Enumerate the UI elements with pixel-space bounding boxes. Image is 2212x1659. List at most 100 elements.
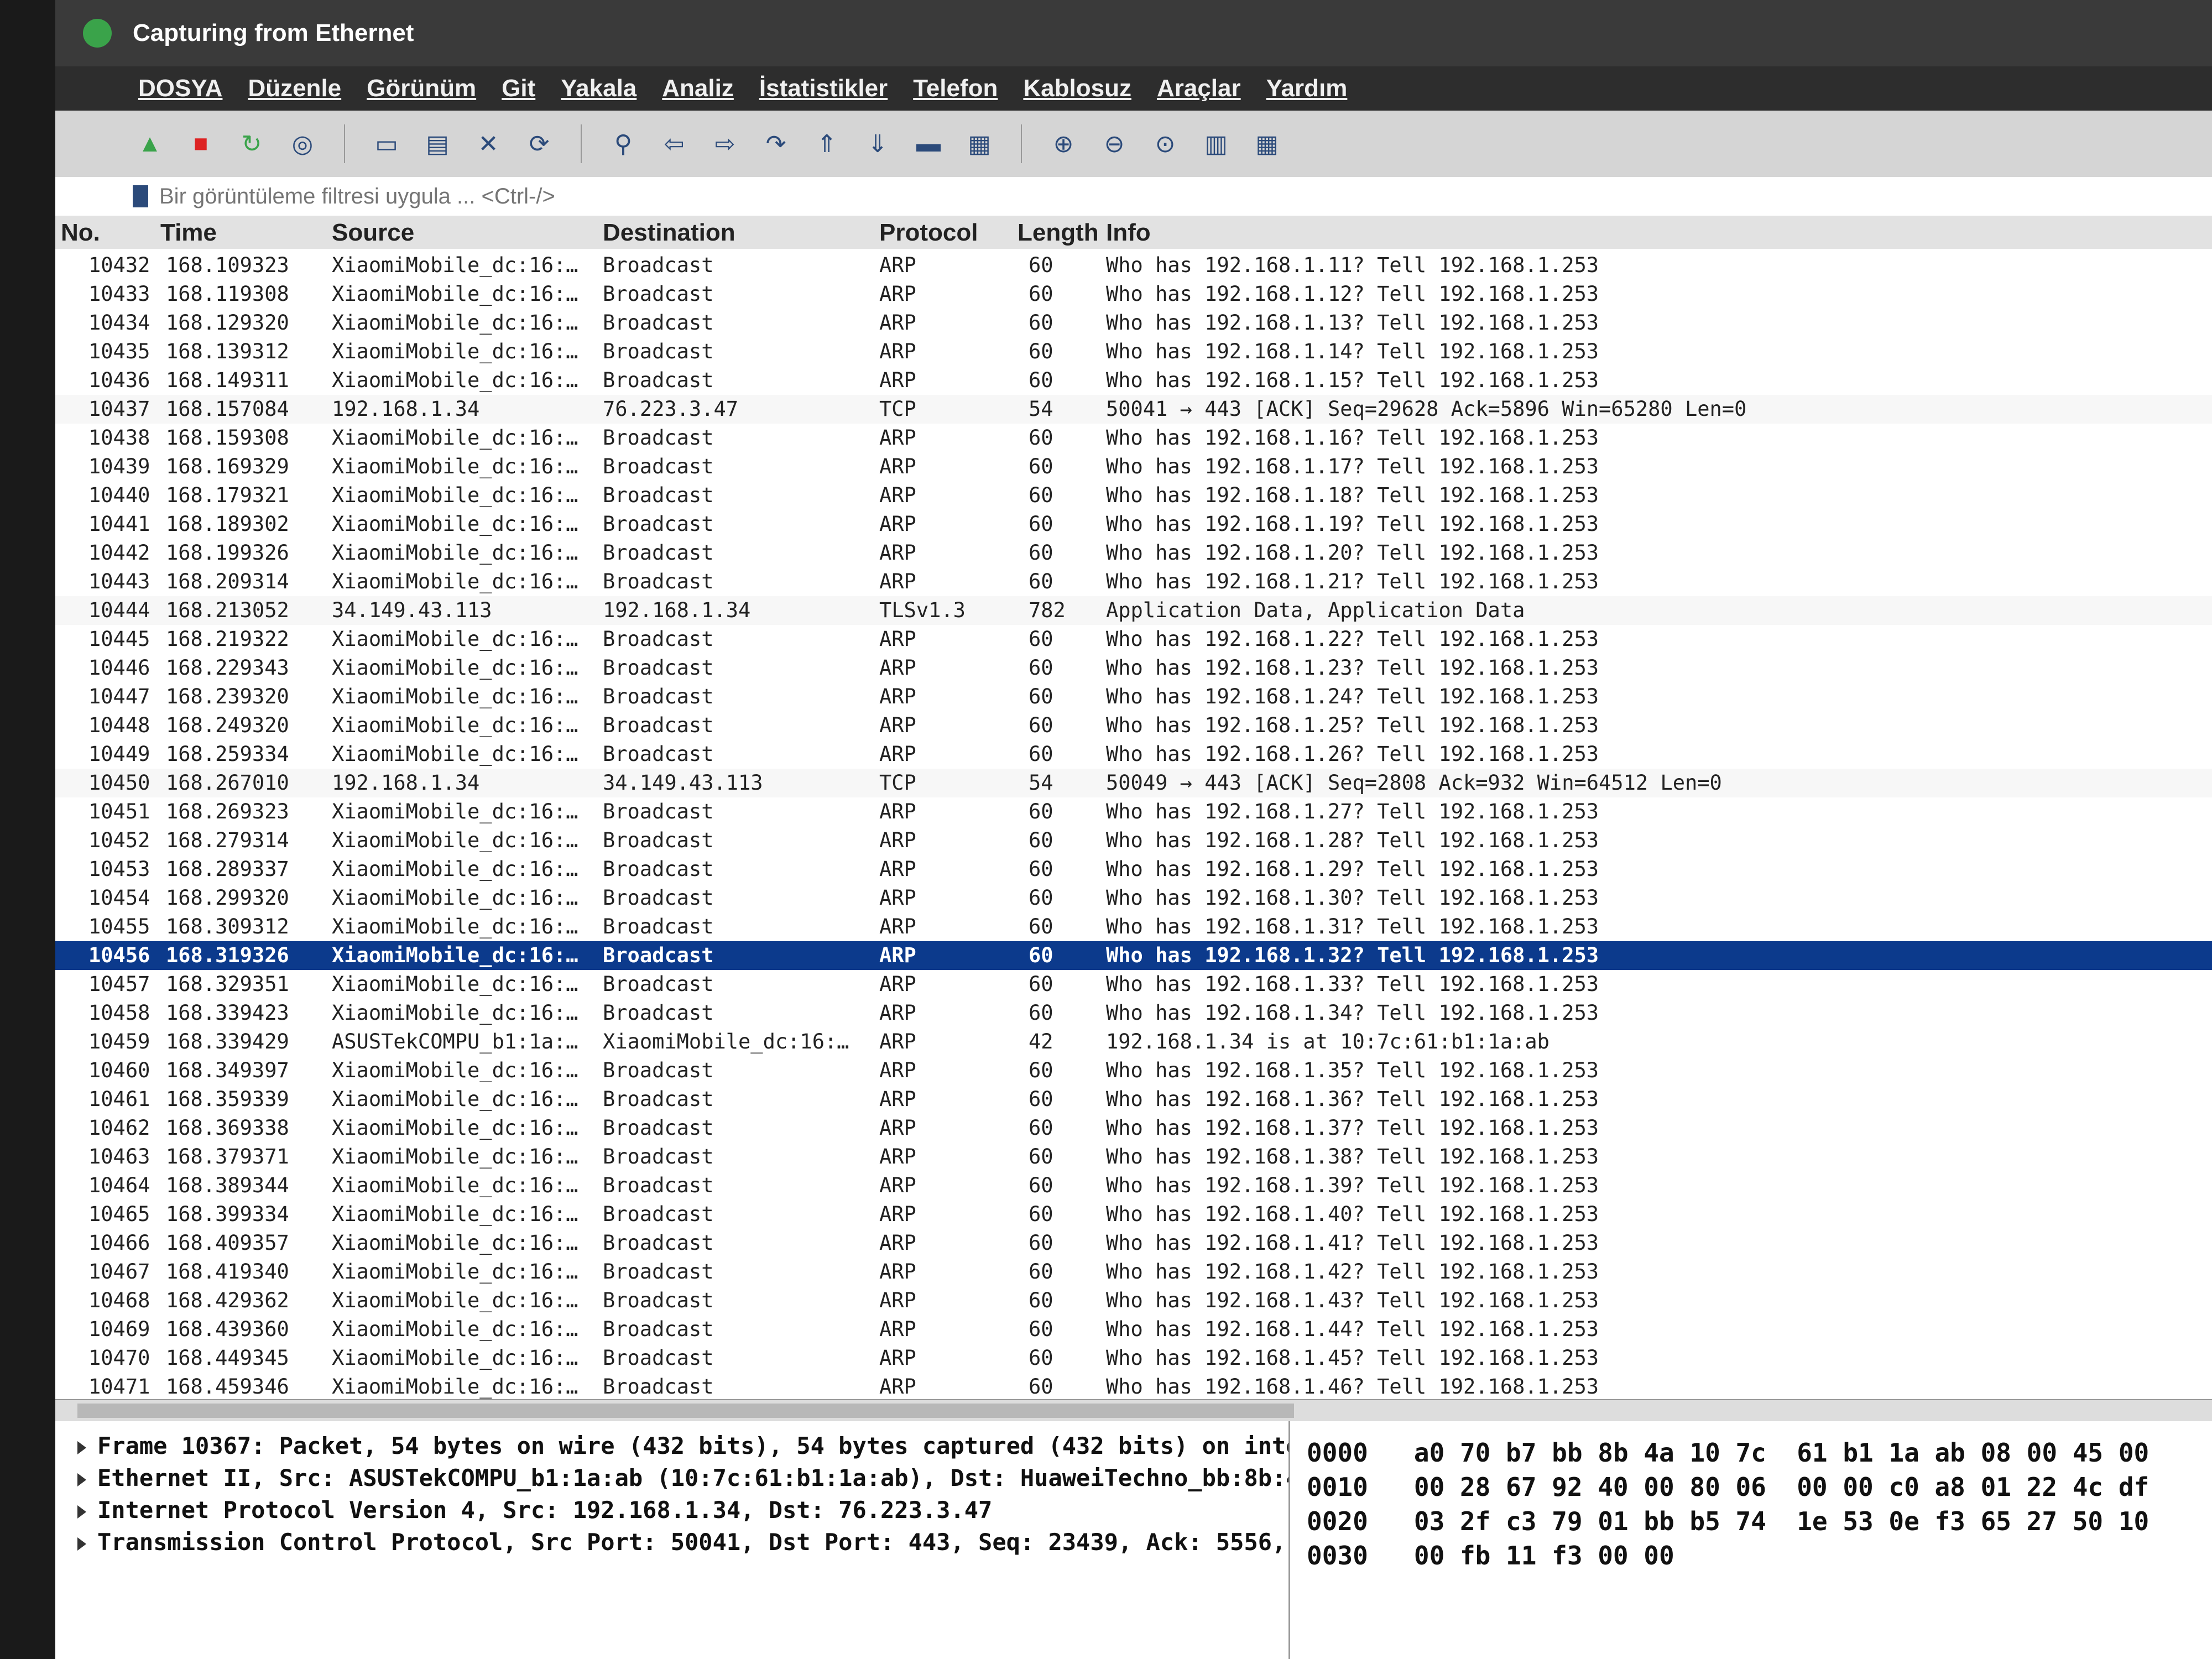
table-row[interactable]: 10434 168.129320 XiaomiMobile_dc:16:… Broad… bbox=[55, 309, 2212, 337]
table-row[interactable]: 10446 168.229343 XiaomiMobile_dc:16:… Broad… bbox=[55, 654, 2212, 682]
layout-icon[interactable]: ▦ bbox=[1250, 127, 1284, 161]
hex-row[interactable]: 0000 a0 70 b7 bb 8b 4a 10 7c 61 b1 1a ab… bbox=[1307, 1438, 2149, 1468]
column-destination[interactable]: Destination bbox=[603, 219, 735, 247]
hex-row[interactable]: 0010 00 28 67 92 40 00 80 06 00 00 c0 a8… bbox=[1307, 1472, 2149, 1502]
table-row[interactable]: 10457 168.329351 XiaomiMobile_dc:16:… Broad… bbox=[55, 970, 2212, 999]
detail-tree-item[interactable]: Ethernet II, Src: ASUSTekCOMPU_b1:1a:ab … bbox=[77, 1464, 1314, 1491]
auto-scroll-icon[interactable]: ▬ bbox=[911, 127, 946, 161]
expand-arrow-icon[interactable] bbox=[77, 1473, 86, 1486]
save-file-icon[interactable]: ▤ bbox=[420, 127, 455, 161]
table-row[interactable]: 10443 168.209314 XiaomiMobile_dc:16:… Broad… bbox=[55, 567, 2212, 596]
scrollbar-thumb[interactable] bbox=[77, 1404, 1294, 1418]
table-row[interactable]: 10460 168.349397 XiaomiMobile_dc:16:… Broad… bbox=[55, 1056, 2212, 1085]
open-file-icon[interactable]: ▭ bbox=[369, 127, 404, 161]
cell-time: 168.309312 bbox=[166, 915, 289, 938]
column-length[interactable]: Length bbox=[1018, 219, 1099, 247]
zoom-normal-icon[interactable]: ⊙ bbox=[1148, 127, 1182, 161]
go-first-icon[interactable]: ⇑ bbox=[810, 127, 844, 161]
table-row[interactable]: 10467 168.419340 XiaomiMobile_dc:16:… Broad… bbox=[55, 1258, 2212, 1286]
table-row[interactable]: 10445 168.219322 XiaomiMobile_dc:16:… Broad… bbox=[55, 625, 2212, 654]
table-row[interactable]: 10452 168.279314 XiaomiMobile_dc:16:… Broad… bbox=[55, 826, 2212, 855]
menu-item[interactable]: İstatistikler bbox=[759, 75, 888, 102]
go-back-icon[interactable]: ⇦ bbox=[657, 127, 691, 161]
find-packet-icon[interactable]: ⚲ bbox=[606, 127, 640, 161]
table-row-selected[interactable]: 10456 168.319326 XiaomiMobile_dc:16:… Broad… bbox=[55, 941, 2212, 970]
menu-item[interactable]: Düzenle bbox=[248, 75, 341, 102]
shark-fin-start-icon[interactable]: ▲ bbox=[133, 127, 167, 161]
table-row[interactable]: 10464 168.389344 XiaomiMobile_dc:16:… Broad… bbox=[55, 1171, 2212, 1200]
table-row[interactable]: 10471 168.459346 XiaomiMobile_dc:16:… Broad… bbox=[55, 1373, 2212, 1401]
column-info[interactable]: Info bbox=[1106, 219, 1151, 247]
expand-arrow-icon[interactable] bbox=[77, 1537, 86, 1551]
table-row[interactable]: 10447 168.239320 XiaomiMobile_dc:16:… Broad… bbox=[55, 682, 2212, 711]
menu-item[interactable]: Görünüm bbox=[367, 75, 476, 102]
table-row[interactable]: 10454 168.299320 XiaomiMobile_dc:16:… Broad… bbox=[55, 884, 2212, 912]
table-row[interactable]: 10439 168.169329 XiaomiMobile_dc:16:… Broad… bbox=[55, 452, 2212, 481]
table-row[interactable]: 10435 168.139312 XiaomiMobile_dc:16:… Broad… bbox=[55, 337, 2212, 366]
menu-item[interactable]: Telefon bbox=[913, 75, 998, 102]
table-row[interactable]: 10462 168.369338 XiaomiMobile_dc:16:… Broad… bbox=[55, 1114, 2212, 1142]
horizontal-scrollbar[interactable] bbox=[55, 1399, 2212, 1423]
go-last-icon[interactable]: ⇓ bbox=[860, 127, 895, 161]
table-row[interactable]: 10437 168.157084 192.168.1.34 76.223.3.47 TC… bbox=[55, 395, 2212, 424]
hex-row[interactable]: 0030 00 fb 11 f3 00 00 bbox=[1307, 1541, 1674, 1571]
table-row[interactable]: 10455 168.309312 XiaomiMobile_dc:16:… Broad… bbox=[55, 912, 2212, 941]
reload-file-icon[interactable]: ⟳ bbox=[522, 127, 556, 161]
table-row[interactable]: 10451 168.269323 XiaomiMobile_dc:16:… Broad… bbox=[55, 797, 2212, 826]
go-forward-icon[interactable]: ⇨ bbox=[708, 127, 742, 161]
cell-proto: ARP bbox=[879, 742, 916, 766]
menu-item[interactable]: Kablosuz bbox=[1023, 75, 1131, 102]
zoom-out-icon[interactable]: ⊖ bbox=[1097, 127, 1131, 161]
display-filter-input[interactable] bbox=[158, 183, 2212, 210]
zoom-in-icon[interactable]: ⊕ bbox=[1046, 127, 1081, 161]
table-row[interactable]: 10453 168.289337 XiaomiMobile_dc:16:… Broad… bbox=[55, 855, 2212, 884]
expand-arrow-icon[interactable] bbox=[77, 1441, 86, 1454]
table-row[interactable]: 10466 168.409357 XiaomiMobile_dc:16:… Broad… bbox=[55, 1229, 2212, 1258]
cell-no: 10447 bbox=[88, 685, 150, 708]
packet-list[interactable]: 10432 168.109323 XiaomiMobile_dc:16:… Broad… bbox=[55, 249, 2212, 1427]
go-to-packet-icon[interactable]: ↷ bbox=[759, 127, 793, 161]
hex-row[interactable]: 0020 03 2f c3 79 01 bb b5 74 1e 53 0e f3… bbox=[1307, 1506, 2149, 1536]
table-row[interactable]: 10433 168.119308 XiaomiMobile_dc:16:… Broad… bbox=[55, 280, 2212, 309]
table-row[interactable]: 10449 168.259334 XiaomiMobile_dc:16:… Broad… bbox=[55, 740, 2212, 769]
table-row[interactable]: 10444 168.213052 34.149.43.113 192.168.1.34… bbox=[55, 596, 2212, 625]
column-time[interactable]: Time bbox=[160, 219, 217, 247]
expand-arrow-icon[interactable] bbox=[77, 1505, 86, 1519]
detail-tree-item[interactable]: Internet Protocol Version 4, Src: 192.16… bbox=[77, 1496, 992, 1524]
restart-capture-icon[interactable]: ↻ bbox=[234, 127, 269, 161]
table-row[interactable]: 10432 168.109323 XiaomiMobile_dc:16:… Broad… bbox=[55, 251, 2212, 280]
column-protocol[interactable]: Protocol bbox=[879, 219, 978, 247]
table-row[interactable]: 10441 168.189302 XiaomiMobile_dc:16:… Broad… bbox=[55, 510, 2212, 539]
filter-bookmark-icon[interactable] bbox=[133, 185, 148, 207]
table-row[interactable]: 10463 168.379371 XiaomiMobile_dc:16:… Broad… bbox=[55, 1142, 2212, 1171]
table-row[interactable]: 10470 168.449345 XiaomiMobile_dc:16:… Broad… bbox=[55, 1344, 2212, 1373]
resize-columns-icon[interactable]: ▥ bbox=[1199, 127, 1233, 161]
table-row[interactable]: 10440 168.179321 XiaomiMobile_dc:16:… Broad… bbox=[55, 481, 2212, 510]
detail-tree-item[interactable]: Transmission Control Protocol, Src Port:… bbox=[77, 1528, 1328, 1556]
table-row[interactable]: 10458 168.339423 XiaomiMobile_dc:16:… Broad… bbox=[55, 999, 2212, 1027]
stop-capture-icon[interactable]: ■ bbox=[184, 127, 218, 161]
table-row[interactable]: 10436 168.149311 XiaomiMobile_dc:16:… Broad… bbox=[55, 366, 2212, 395]
table-row[interactable]: 10459 168.339429 ASUSTekCOMPU_b1:1a:… Xiaom… bbox=[55, 1027, 2212, 1056]
detail-tree-item[interactable]: Frame 10367: Packet, 54 bytes on wire (4… bbox=[77, 1432, 1328, 1459]
capture-options-icon[interactable]: ◎ bbox=[285, 127, 320, 161]
menu-item[interactable]: Araçlar bbox=[1157, 75, 1241, 102]
colorize-icon[interactable]: ▦ bbox=[962, 127, 997, 161]
close-file-icon[interactable]: ✕ bbox=[471, 127, 505, 161]
table-row[interactable]: 10438 168.159308 XiaomiMobile_dc:16:… Broad… bbox=[55, 424, 2212, 452]
menu-item[interactable]: Analiz bbox=[662, 75, 734, 102]
table-row[interactable]: 10442 168.199326 XiaomiMobile_dc:16:… Broad… bbox=[55, 539, 2212, 567]
column-no[interactable]: No. bbox=[61, 219, 100, 247]
column-source[interactable]: Source bbox=[332, 219, 414, 247]
table-row[interactable]: 10461 168.359339 XiaomiMobile_dc:16:… Broad… bbox=[55, 1085, 2212, 1114]
menu-item[interactable]: Git bbox=[502, 75, 535, 102]
table-row[interactable]: 10468 168.429362 XiaomiMobile_dc:16:… Broad… bbox=[55, 1286, 2212, 1315]
menu-item[interactable]: Yakala bbox=[561, 75, 637, 102]
table-row[interactable]: 10465 168.399334 XiaomiMobile_dc:16:… Broad… bbox=[55, 1200, 2212, 1229]
menu-item[interactable]: Yardım bbox=[1266, 75, 1348, 102]
table-row[interactable]: 10450 168.267010 192.168.1.34 34.149.43.113… bbox=[55, 769, 2212, 797]
menu-item[interactable]: DOSYA bbox=[138, 75, 222, 102]
table-row[interactable]: 10448 168.249320 XiaomiMobile_dc:16:… Broad… bbox=[55, 711, 2212, 740]
cell-info: Who has 192.168.1.40? Tell 192.168.1.253 bbox=[1106, 1202, 1599, 1226]
table-row[interactable]: 10469 168.439360 XiaomiMobile_dc:16:… Broad… bbox=[55, 1315, 2212, 1344]
